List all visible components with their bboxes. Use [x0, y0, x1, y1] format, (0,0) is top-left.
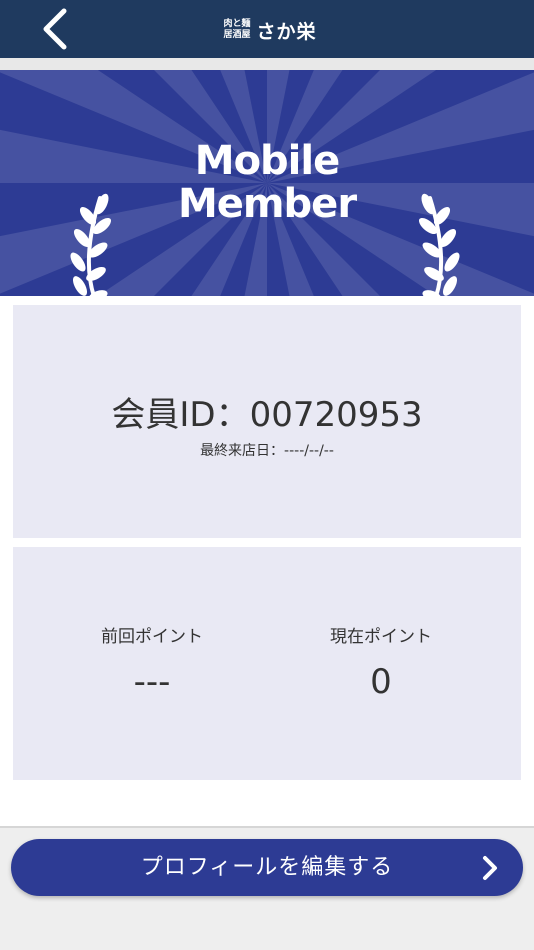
current-points-label: 現在ポイント	[330, 627, 432, 647]
logo-line2: 居酒屋	[223, 30, 251, 40]
chevron-right-icon	[483, 856, 497, 880]
edit-profile-button[interactable]: プロフィールを編集する	[11, 839, 523, 896]
header-strip	[0, 58, 534, 70]
banner-title-line2: Member	[177, 181, 357, 227]
mobile-member-banner: Mobile Member	[0, 70, 534, 296]
banner-title: Mobile Member	[0, 140, 534, 226]
edit-profile-label: プロフィールを編集する	[140, 855, 394, 880]
previous-points-value: ---	[133, 662, 171, 702]
logo-name: さか栄	[256, 20, 317, 43]
app-header: 肉と麺 居酒屋 さか栄	[0, 0, 534, 58]
logo-subtitle: 肉と麺 居酒屋	[223, 19, 250, 41]
banner-title-line1: Mobile	[194, 138, 340, 184]
restaurant-logo: 肉と麺 居酒屋 さか栄	[205, 14, 335, 46]
chevron-left-icon	[43, 8, 67, 50]
current-points-value: 0	[370, 662, 392, 702]
back-button[interactable]	[30, 6, 80, 52]
last-visit-date: 最終来店日：----/--/--	[200, 443, 334, 459]
logo-line1: 肉と麺	[223, 19, 251, 29]
member-id: 会員ID：00720953	[111, 395, 423, 435]
previous-points-label: 前回ポイント	[101, 627, 203, 647]
